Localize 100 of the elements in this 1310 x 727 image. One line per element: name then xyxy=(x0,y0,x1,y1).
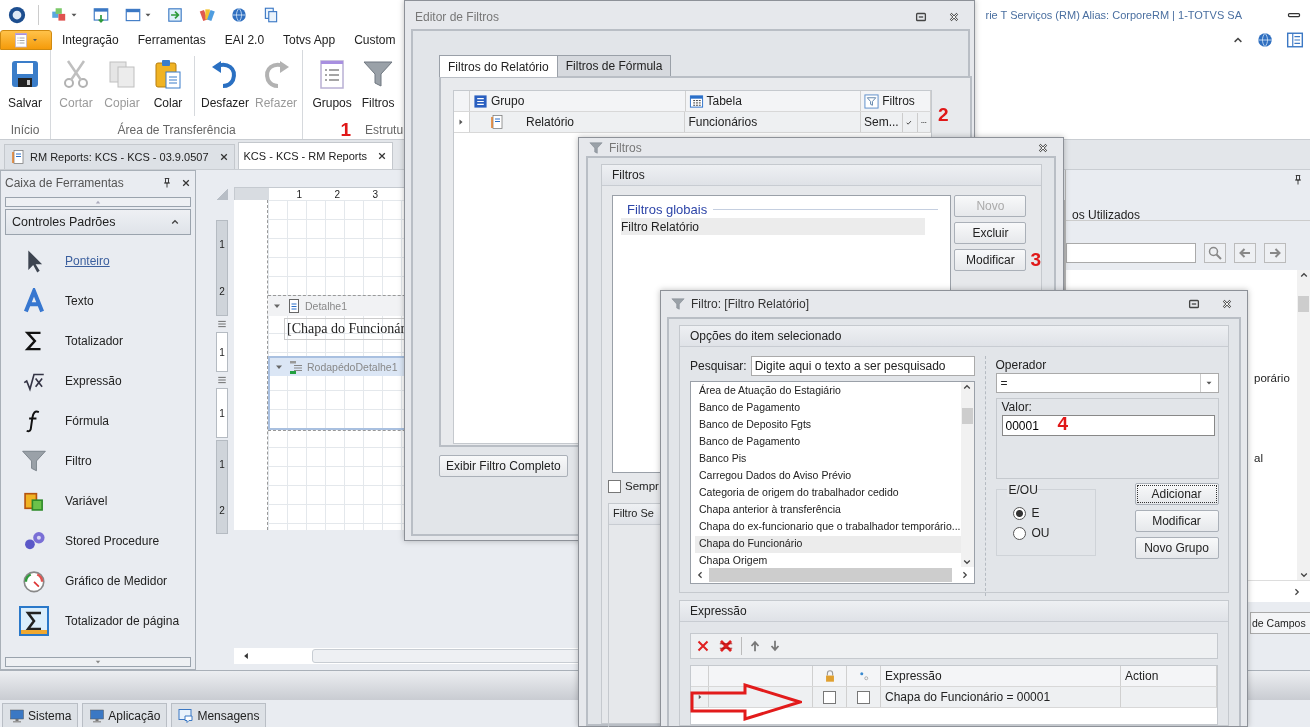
ribbon-tab[interactable]: Ferramentas xyxy=(128,30,215,50)
operator-dropdown[interactable]: = xyxy=(995,373,1219,393)
document-tab[interactable]: RM Reports: KCS - KCS - 03.9.0507 xyxy=(4,144,235,169)
scrollbar-thumb[interactable] xyxy=(1298,296,1309,312)
bottom-tab[interactable]: Aplicação xyxy=(82,703,168,727)
list-item[interactable]: Categoria de origem do trabalhador cedido xyxy=(695,485,961,502)
panel-tab[interactable]: os Utilizados xyxy=(1066,190,1310,220)
step-number: 4 xyxy=(1057,413,1069,435)
group-title: Filtros xyxy=(602,165,1041,186)
search-field[interactable]: Digite aqui o texto a ser pesquisado xyxy=(750,356,975,376)
app-orb-icon[interactable] xyxy=(7,5,27,25)
button[interactable]: Modificar xyxy=(1134,510,1219,532)
ribbon-button[interactable]: Grupos xyxy=(309,56,356,112)
globe-icon[interactable] xyxy=(1256,31,1274,49)
restore-icon[interactable] xyxy=(914,10,928,24)
scrollbar-thumb[interactable] xyxy=(961,408,973,424)
close-icon[interactable] xyxy=(218,152,229,162)
checkbox[interactable] xyxy=(608,479,621,493)
delete-icon[interactable] xyxy=(695,638,711,654)
globe-icon[interactable] xyxy=(230,6,248,24)
search-icon[interactable] xyxy=(1204,242,1226,263)
move-down-icon[interactable] xyxy=(768,639,782,653)
vertical-scrollbar[interactable] xyxy=(1297,270,1310,580)
column-header[interactable]: Filtros xyxy=(861,91,931,111)
toolbox-item[interactable]: Stored Procedure xyxy=(5,521,191,561)
back-icon[interactable] xyxy=(1234,242,1256,263)
delete-all-icon[interactable] xyxy=(717,637,735,655)
window-title: Filtro: [Filtro Relatório] xyxy=(691,297,810,311)
button[interactable]: Exibir Filtro Completo xyxy=(439,455,568,477)
ruler-number: 1 xyxy=(295,188,303,200)
ribbon-tab[interactable]: Totvs App xyxy=(274,30,345,50)
toolbox-item[interactable]: Totalizador xyxy=(5,321,191,361)
list-item[interactable]: Chapa Origem xyxy=(695,553,961,567)
toolbox-item[interactable]: Totalizador de página xyxy=(5,601,191,641)
column-header[interactable]: Expressão xyxy=(881,666,1121,686)
button[interactable]: Novo Grupo xyxy=(1134,537,1219,559)
close-icon[interactable] xyxy=(181,178,191,188)
checkbox[interactable] xyxy=(823,690,836,704)
tab[interactable]: Filtros do Relatório xyxy=(439,55,558,77)
document-tab[interactable]: KCS - KCS - RM Reports xyxy=(237,142,393,169)
toolbox-item[interactable]: Filtro xyxy=(5,441,191,481)
ribbon-button[interactable]: Salvar xyxy=(2,56,48,112)
close-icon[interactable] xyxy=(948,11,960,23)
close-icon[interactable] xyxy=(1037,142,1049,154)
panel-icon[interactable] xyxy=(1286,31,1304,49)
list-item[interactable]: Banco de Pagamento xyxy=(695,400,961,417)
button[interactable]: Modificar xyxy=(954,249,1027,271)
bottom-tab[interactable]: Sistema xyxy=(2,703,79,727)
toolbox-item[interactable]: Fórmula xyxy=(5,401,191,441)
ribbon-tab[interactable]: Custom xyxy=(345,30,405,50)
close-icon[interactable] xyxy=(377,151,387,161)
window-icon[interactable] xyxy=(124,6,142,24)
list-item[interactable]: Banco Pis xyxy=(695,451,961,468)
list-item[interactable]: Área de Atuação do Estagiário xyxy=(695,383,961,400)
move-up-icon[interactable] xyxy=(748,639,762,653)
band-grip-icon[interactable] xyxy=(216,318,228,330)
section-header[interactable]: Controles Padrões xyxy=(5,209,191,235)
panel-tab[interactable]: de Campos xyxy=(1250,612,1310,634)
ribbon-button[interactable]: Desfazer xyxy=(198,56,253,112)
window-title: Editor de Filtros xyxy=(415,10,501,24)
toolbox-item[interactable]: Texto xyxy=(5,281,191,321)
exit-icon[interactable] xyxy=(166,6,184,24)
toolbox-item[interactable]: Gráfico de Medidor xyxy=(5,561,191,601)
toolbox-item[interactable]: Expressão xyxy=(5,361,191,401)
ribbon-button[interactable]: Filtros xyxy=(355,56,402,112)
pin-icon[interactable] xyxy=(1292,174,1304,186)
scrollbar-thumb[interactable] xyxy=(709,568,952,582)
list-item[interactable]: Filtro Relatório xyxy=(621,218,925,235)
list-item[interactable]: Chapa anterior à transferência xyxy=(695,502,961,519)
list-item[interactable]: Carregou Dados do Aviso Prévio xyxy=(695,468,961,485)
radio-option[interactable]: OU xyxy=(1012,523,1095,543)
palette-icon[interactable] xyxy=(198,6,216,24)
file-menu-button[interactable] xyxy=(0,30,52,50)
close-icon[interactable] xyxy=(1221,298,1233,310)
vertical-scrollbar[interactable] xyxy=(960,382,974,567)
step-number: 3 xyxy=(1030,249,1041,271)
cubes-icon[interactable] xyxy=(50,6,68,24)
list-item[interactable]: Chapa do Funcionário xyxy=(695,536,961,553)
window-icon[interactable] xyxy=(92,6,110,24)
search-field[interactable] xyxy=(1066,242,1196,263)
column-header[interactable]: Action xyxy=(1121,666,1217,686)
tab[interactable]: Filtros de Fórmula xyxy=(556,55,672,76)
toolbox-item[interactable]: Variável xyxy=(5,481,191,521)
pin-icon[interactable] xyxy=(161,177,173,189)
column-header[interactable]: Tabela xyxy=(685,91,862,111)
button[interactable]: Adicionar xyxy=(1134,483,1219,505)
forward-icon[interactable] xyxy=(1264,242,1286,263)
restore-icon[interactable] xyxy=(1187,297,1201,311)
list-item[interactable]: Banco de Deposito Fgts xyxy=(695,417,961,434)
band-grip-icon[interactable] xyxy=(216,374,228,386)
column-header[interactable]: Grupo xyxy=(469,91,686,111)
ribbon-tab[interactable]: EAI 2.0 xyxy=(215,30,274,50)
checkbox[interactable] xyxy=(857,690,870,704)
ribbon-button[interactable]: Colar xyxy=(145,56,191,112)
list-item[interactable]: Banco de Pagamento xyxy=(695,434,961,451)
bottom-tab[interactable]: Mensagens xyxy=(171,703,267,727)
toolbox-item[interactable]: Ponteiro xyxy=(5,241,191,281)
documents-icon[interactable] xyxy=(262,6,280,24)
button[interactable]: Excluir xyxy=(954,222,1027,244)
ribbon-tab[interactable]: Integração xyxy=(53,30,128,50)
